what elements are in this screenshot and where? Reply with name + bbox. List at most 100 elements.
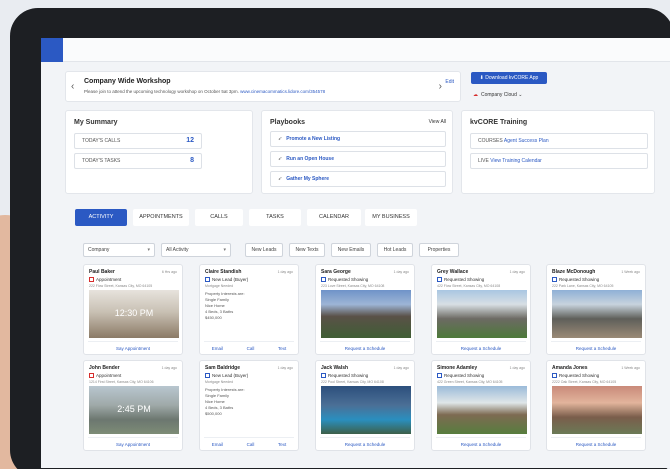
lead-name[interactable]: John Bender (89, 365, 120, 371)
view-all-link[interactable]: View All (429, 119, 446, 125)
card-action-button[interactable]: Email (212, 346, 223, 351)
new-emails-filter[interactable]: New Emails (331, 243, 371, 257)
calendar-icon (89, 277, 94, 283)
lead-name[interactable]: Paul Baker (89, 269, 115, 275)
activity-card[interactable]: John Bender 1 day ago Appointment 1214 Firs… (83, 360, 183, 451)
card-action-link[interactable]: Request a Schedule (432, 442, 530, 447)
activity-card[interactable]: Jack Walsh 1 day ago Requested Showing 222 … (315, 360, 415, 451)
calendar-icon (205, 373, 210, 379)
activity-card[interactable]: Simone Adamley 1 day ago Requested Showing… (431, 360, 531, 451)
card-action-button[interactable]: Text (278, 346, 286, 351)
lead-name[interactable]: Amanda Jones (552, 365, 588, 371)
company-cloud-select[interactable]: ☁ Company Cloud ⌄ (473, 90, 545, 100)
activity-card[interactable]: Grey Wallace 1 day ago Requested Showing 42… (431, 264, 531, 355)
tab-appointments[interactable]: APPOINTMENTS (133, 209, 189, 226)
card-action-button[interactable]: Call (247, 442, 255, 447)
tab-calendar[interactable]: CALENDAR (307, 209, 361, 226)
training-row-courses[interactable]: COURSES Agent Success Plan (470, 133, 648, 149)
announcement-banner: ‹ Company Wide Workshop Please join to a… (65, 71, 461, 102)
activity-card[interactable]: Sara George 1 day ago Requested Showing 223… (315, 264, 415, 355)
playbook-item[interactable]: ➶ Gather My Sphere (270, 171, 446, 187)
tab-activity[interactable]: ACTIVITY (75, 209, 127, 226)
training-courses-link[interactable]: Agent Success Plan (504, 138, 549, 144)
divider (320, 437, 410, 438)
activity-address: 222 Pool Street, Kansas City, MO 64108 (321, 380, 384, 384)
company-filter-select[interactable]: Company ▾ (83, 243, 155, 257)
training-row-live[interactable]: LIVE View Training Calendar (470, 153, 648, 169)
playbook-label: Promote a New Listing (286, 136, 341, 142)
activity-date: 1 day ago (509, 270, 525, 274)
activity-type: Appointment (89, 277, 122, 283)
chevron-down-icon: ⌄ (518, 92, 523, 98)
activity-card[interactable]: Blaze McDonough 1 Week ago Requested Showi… (546, 264, 646, 355)
divider (88, 341, 178, 342)
lead-interests: Property Interests are: Single Family Nice… (205, 387, 245, 417)
lead-name[interactable]: Blaze McDonough (552, 269, 595, 275)
chevron-right-icon[interactable]: › (439, 81, 442, 92)
playbook-item[interactable]: ➶ Promote a New Listing (270, 131, 446, 147)
divider (204, 437, 294, 438)
summary-tasks-label: TODAY'S TASKS (82, 158, 121, 164)
activity-date: 1 day ago (161, 366, 177, 370)
activity-type-label: Appointment (96, 277, 122, 282)
banner-message: Please join to attend the upcoming techn… (84, 89, 325, 94)
card-action-button[interactable]: Text (278, 442, 286, 447)
summary-row-calls[interactable]: TODAY'S CALLS 12 (74, 133, 202, 149)
summary-row-tasks[interactable]: TODAY'S TASKS 8 (74, 153, 202, 169)
tab-my-business[interactable]: MY BUSINESS (365, 209, 417, 226)
activity-address: 2222 Oak Street, Kansas City, MO 64105 (552, 380, 617, 384)
summary-title: My Summary (74, 119, 118, 126)
banner-edit-link[interactable]: Edit (445, 79, 454, 85)
banner-link[interactable]: www.cinemacommatics.lidore.com/354578 (240, 89, 325, 94)
activity-filter-select[interactable]: All Activity ▾ (161, 243, 231, 257)
divider (204, 341, 294, 342)
activity-type-label: Requested Showing (559, 277, 600, 282)
card-action-link[interactable]: Say Appointment (84, 346, 182, 351)
lead-name[interactable]: Grey Wallace (437, 269, 468, 275)
card-action-link[interactable]: Request a Schedule (547, 442, 645, 447)
activity-type: Appointment (89, 373, 122, 379)
activity-address: Mortgage Needed (205, 284, 234, 288)
card-action-link[interactable]: Request a Schedule (432, 346, 530, 351)
chevron-left-icon[interactable]: ‹ (71, 81, 74, 92)
training-live-link[interactable]: View Training Calendar (490, 158, 542, 164)
playbook-item[interactable]: ➶ Run an Open House (270, 151, 446, 167)
activity-type-label: Requested Showing (444, 277, 485, 282)
activity-type-label: Requested Showing (328, 277, 369, 282)
activity-card[interactable]: Amanda Jones 1 Week ago Requested Showing 2… (546, 360, 646, 451)
tab-tasks[interactable]: TASKS (249, 209, 301, 226)
new-leads-filter[interactable]: New Leads (245, 243, 283, 257)
lead-name[interactable]: Claire Standish (205, 269, 241, 275)
download-app-button[interactable]: ⬇ Download kvCORE App (471, 72, 547, 84)
activity-card[interactable]: Paul Baker 6 Hrs ago Appointment 222 Flow S… (83, 264, 183, 355)
card-action-link[interactable]: Request a Schedule (316, 346, 414, 351)
card-action-link[interactable]: Request a Schedule (547, 346, 645, 351)
activity-card[interactable]: Claire Standish 1 day ago New Lead (Buyer)… (199, 264, 299, 355)
download-icon: ⬇ (479, 75, 484, 81)
hot-leads-filter[interactable]: Hot Leads (377, 243, 413, 257)
divider (88, 437, 178, 438)
activity-date: 1 Week ago (621, 366, 640, 370)
card-action-link[interactable]: Say Appointment (84, 442, 182, 447)
playbook-label: Gather My Sphere (286, 176, 329, 182)
cloud-icon: ☁ (473, 92, 478, 98)
lead-name[interactable]: Simone Adamley (437, 365, 477, 371)
activity-card[interactable]: Sam Baldridge 1 day ago New Lead (Buyer) Mo… (199, 360, 299, 451)
activity-type-label: Requested Showing (328, 373, 369, 378)
activity-type-label: Requested Showing (444, 373, 485, 378)
lead-name[interactable]: Jack Walsh (321, 365, 348, 371)
properties-filter[interactable]: Properties (419, 243, 459, 257)
lead-name[interactable]: Sam Baldridge (205, 365, 240, 371)
card-action-button[interactable]: Email (212, 442, 223, 447)
summary-tasks-value: 8 (190, 157, 194, 164)
activity-type: New Lead (Buyer) (205, 277, 248, 283)
interest-line: $500,000 (205, 411, 222, 416)
card-action-link[interactable]: Request a Schedule (316, 442, 414, 447)
card-action-button[interactable]: Call (247, 346, 255, 351)
activity-address: Mortgage Needed (205, 380, 234, 384)
new-texts-filter[interactable]: New Texts (289, 243, 325, 257)
activity-type-label: Appointment (96, 373, 122, 378)
lead-name[interactable]: Sara George (321, 269, 351, 275)
interest-line: $450,000 (205, 315, 222, 320)
tab-calls[interactable]: CALLS (195, 209, 243, 226)
